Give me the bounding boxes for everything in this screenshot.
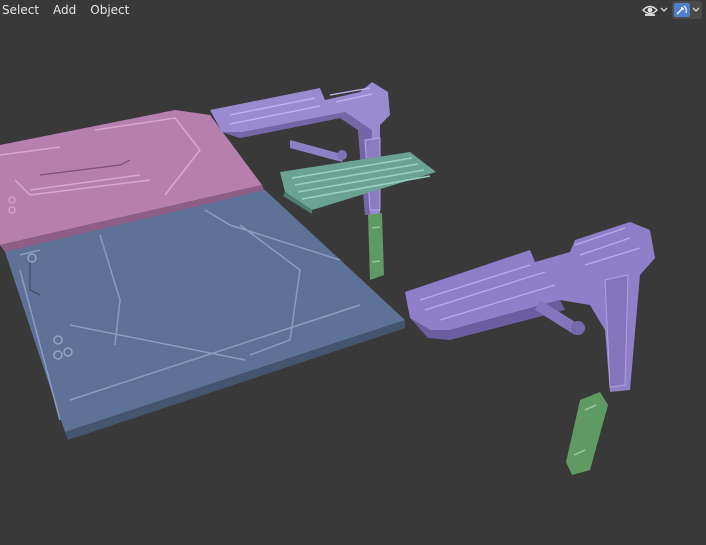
3d-viewport[interactable]: Select Add Object [0, 0, 706, 545]
gizmo-icon [674, 3, 690, 17]
chevron-down-icon [692, 6, 700, 14]
bracket-arm-right[interactable] [405, 222, 655, 392]
small-bar-green[interactable] [368, 213, 384, 280]
object-menu[interactable]: Object [84, 1, 135, 19]
grate-panel[interactable] [280, 152, 436, 214]
visibility-dropdown[interactable] [640, 1, 670, 19]
gizmo-dropdown[interactable] [672, 1, 702, 19]
header-menu: Select Add Object [0, 0, 137, 20]
long-bar-green[interactable] [566, 392, 608, 475]
select-menu[interactable]: Select [0, 1, 45, 19]
scene-canvas[interactable] [0, 20, 706, 545]
chevron-down-icon [660, 6, 668, 14]
visibility-eye-icon [642, 3, 658, 17]
viewport-header: Select Add Object [0, 0, 706, 20]
header-right-tools [640, 1, 702, 19]
add-menu[interactable]: Add [47, 1, 82, 19]
